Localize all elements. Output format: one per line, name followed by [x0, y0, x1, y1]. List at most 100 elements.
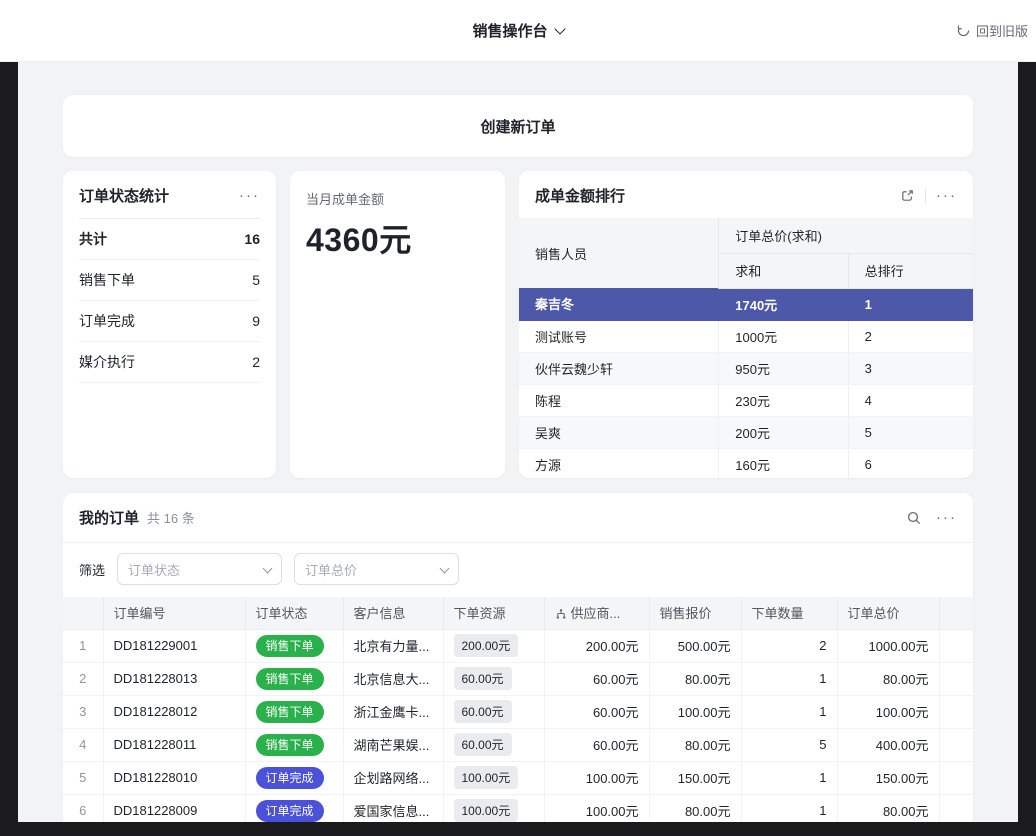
back-to-old-version-button[interactable]: 回到旧版 — [956, 0, 1028, 61]
status-badge: 订单完成 — [256, 767, 324, 789]
status-badge: 销售下单 — [256, 734, 324, 756]
status-row-value: 9 — [252, 313, 260, 329]
order-total: 400.00元 — [837, 728, 939, 761]
status-row-label: 媒介执行 — [79, 352, 135, 372]
order-resource: 60.00元 — [443, 695, 544, 728]
order-resource: 60.00元 — [443, 728, 544, 761]
column-header-salesperson: 销售人员 — [519, 218, 719, 288]
status-badge: 销售下单 — [256, 701, 324, 723]
order-number: DD181228010 — [103, 761, 245, 794]
export-icon — [900, 188, 915, 203]
order-row[interactable]: 5DD181228010订单完成企划路网络...100.00元100.00元15… — [63, 761, 973, 794]
order-status: 订单完成 — [245, 794, 343, 822]
column-label: 订单状态 — [256, 606, 308, 621]
column-label: 客户信息 — [354, 606, 406, 621]
supplier-price: 60.00元 — [544, 695, 649, 728]
ranking-row[interactable]: 测试账号1000元2 — [519, 320, 973, 352]
amount-value: 4360元 — [306, 215, 489, 261]
create-order-button[interactable]: 创建新订单 — [63, 95, 973, 157]
order-row[interactable]: 2DD181228013销售下单北京信息大...60.00元60.00元80.0… — [63, 662, 973, 695]
order-total-sum: 230元 — [719, 384, 848, 416]
order-row[interactable]: 3DD181228012销售下单浙江金鹰卡...60.00元60.00元100.… — [63, 695, 973, 728]
order-total: 80.00元 — [837, 794, 939, 822]
rank-value: 3 — [848, 352, 973, 384]
ranking-row[interactable]: 秦吉冬1740元1 — [519, 288, 973, 320]
content-area: 创建新订单 订单状态统计 ··· 共计16销售下单5订单完成9媒介执行2 当月成… — [18, 62, 1018, 822]
order-row[interactable]: 1DD181229001销售下单北京有力量...200.00元200.00元50… — [63, 629, 973, 662]
order-total-sum: 1740元 — [719, 288, 848, 320]
salesperson-name: 陈程 — [519, 384, 719, 416]
customer-info: 北京信息大... — [343, 662, 443, 695]
search-button[interactable] — [906, 510, 922, 526]
column-header: 订单状态 — [245, 597, 343, 629]
order-total-sum: 950元 — [719, 352, 848, 384]
resource-tag: 60.00元 — [454, 700, 512, 723]
order-total: 150.00元 — [837, 761, 939, 794]
order-row[interactable]: 4DD181228011销售下单湖南芒果娱...60.00元60.00元80.0… — [63, 728, 973, 761]
more-icon[interactable]: ··· — [239, 188, 260, 203]
more-icon[interactable]: ··· — [936, 188, 957, 203]
supplier-price: 100.00元 — [544, 794, 649, 822]
order-status: 销售下单 — [245, 728, 343, 761]
ranking-row[interactable]: 吴爽200元5 — [519, 416, 973, 448]
order-quantity: 2 — [741, 629, 837, 662]
row-index: 5 — [63, 761, 103, 794]
ranking-card: 成单金额排行 ··· — [519, 171, 973, 478]
row-tail — [939, 629, 973, 662]
status-row-value: 16 — [244, 231, 260, 247]
column-label: 供应商... — [571, 606, 621, 621]
status-row[interactable]: 订单完成9 — [79, 301, 260, 342]
status-row[interactable]: 共计 16 — [79, 219, 260, 260]
page-title: 销售操作台 — [472, 20, 547, 41]
row-index: 2 — [63, 662, 103, 695]
column-header: 订单总价 — [837, 597, 939, 629]
create-order-label: 创建新订单 — [480, 116, 555, 137]
order-status: 销售下单 — [245, 629, 343, 662]
orders-header: 我的订单 共 16 条 ··· — [63, 493, 973, 543]
row-index: 3 — [63, 695, 103, 728]
resource-tag: 200.00元 — [454, 634, 519, 657]
row-index: 4 — [63, 728, 103, 761]
order-status-filter-placeholder: 订单状态 — [128, 560, 180, 579]
order-row[interactable]: 6DD181228009订单完成爱国家信息...100.00元100.00元80… — [63, 794, 973, 822]
ranking-table-body: 秦吉冬1740元1测试账号1000元2伙伴云魏少轩950元3陈程230元4吴爽2… — [519, 288, 973, 478]
salesperson-name: 伙伴云魏少轩 — [519, 352, 719, 384]
chevron-down-icon — [554, 23, 565, 34]
stats-row: 订单状态统计 ··· 共计16销售下单5订单完成9媒介执行2 当月成单金额 43… — [63, 171, 973, 478]
relation-icon — [555, 608, 567, 620]
ranking-table: 销售人员 订单总价(求和) 求和 总排行 秦吉冬1740元1测试账号1000元2… — [519, 218, 973, 478]
order-number: DD181229001 — [103, 629, 245, 662]
orders-table-body: 1DD181229001销售下单北京有力量...200.00元200.00元50… — [63, 629, 973, 822]
status-row[interactable]: 销售下单5 — [79, 260, 260, 301]
status-row-label: 共计 — [79, 229, 107, 249]
orders-title: 我的订单 — [79, 507, 139, 528]
status-badge: 订单完成 — [256, 800, 324, 822]
resource-tag: 100.00元 — [454, 766, 519, 789]
order-total-filter-select[interactable]: 订单总价 — [294, 553, 459, 585]
export-button[interactable] — [900, 188, 915, 203]
row-index: 1 — [63, 629, 103, 662]
orders-card: 我的订单 共 16 条 ··· 筛选 订单状态 — [63, 493, 973, 822]
more-icon[interactable]: ··· — [936, 510, 957, 525]
order-resource: 60.00元 — [443, 662, 544, 695]
order-total: 80.00元 — [837, 662, 939, 695]
topbar: 销售操作台 回到旧版 — [0, 0, 1036, 62]
ranking-row[interactable]: 陈程230元4 — [519, 384, 973, 416]
row-tail — [939, 695, 973, 728]
order-status-filter-select[interactable]: 订单状态 — [117, 553, 282, 585]
ranking-row[interactable]: 伙伴云魏少轩950元3 — [519, 352, 973, 384]
supplier-price: 60.00元 — [544, 728, 649, 761]
column-header-order-total-group: 订单总价(求和) — [719, 218, 973, 253]
salesperson-name: 吴爽 — [519, 416, 719, 448]
app-title-dropdown[interactable]: 销售操作台 — [472, 20, 563, 41]
status-row[interactable]: 媒介执行2 — [79, 342, 260, 383]
order-total-filter-placeholder: 订单总价 — [305, 560, 357, 579]
amount-card: 当月成单金额 4360元 — [290, 171, 505, 478]
rank-value: 5 — [848, 416, 973, 448]
order-status: 销售下单 — [245, 695, 343, 728]
column-header: 下单数量 — [741, 597, 837, 629]
ranking-row[interactable]: 方源160元6 — [519, 448, 973, 478]
order-status-list: 共计 16 销售下单5订单完成9媒介执行2 — [63, 219, 276, 383]
column-label: 订单总价 — [848, 606, 900, 621]
rank-value: 4 — [848, 384, 973, 416]
